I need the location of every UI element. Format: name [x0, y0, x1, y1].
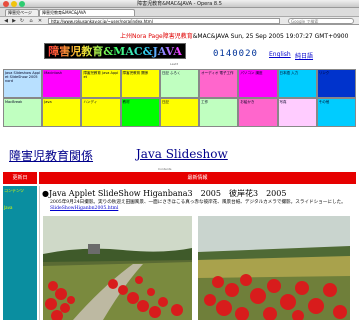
window-title: 障害児教育&MAC&JAVA - Opera 8.5 [137, 1, 222, 7]
nav-cell-label: Macintosh [44, 71, 63, 75]
article-text: 2005年9月24日撮影。実りの秋迎え田園風景、一面にさきほこる真っ赤な彼岸花、… [50, 200, 346, 205]
nav-cell-label: 工作 [201, 100, 209, 104]
nav-cell-label: お絵かき [240, 100, 255, 104]
nav-cell[interactable]: MacBreak [3, 98, 43, 127]
nav-cell[interactable]: Java [42, 98, 82, 127]
nav-cell-label: 日記 ふろく [161, 71, 181, 75]
nav-cell-label: 障害児教育 Java Applet [83, 71, 119, 79]
photo-flowers-field[interactable] [198, 216, 350, 320]
search-input[interactable]: Google で検索 [288, 18, 354, 24]
side-text: Java [4, 205, 13, 210]
nav-cell-label: その他 [318, 100, 330, 104]
english-link[interactable]: English [269, 51, 291, 58]
forward-icon[interactable]: ▶ [11, 18, 17, 24]
reload-icon[interactable]: ↻ [19, 18, 25, 24]
web-page: 上州Nora Page障害児教育&MAC&JAVA Sun, 25 Sep 20… [0, 26, 359, 320]
table-head-news: 最新情報 [39, 172, 356, 184]
nav-cell[interactable]: 日記 [159, 98, 200, 127]
table-head-date: 更新日 [3, 172, 37, 184]
site-logo: 障害児教育&MAC&JAVA [44, 43, 186, 59]
nav-cell-label: Java Slideshow Applet SlideShow 2005 nor… [5, 71, 41, 83]
nav-cell[interactable]: 日本語 入力 [277, 69, 317, 98]
nav-cell[interactable]: ハンディ [81, 98, 121, 127]
nav-cell[interactable]: お絵かき [238, 98, 278, 127]
side-text: コンテンツ [4, 188, 24, 193]
nav-cell[interactable]: Java Slideshow Applet SlideShow 2005 nor… [3, 69, 43, 98]
marquee-red: 上州Nora Page障害児教育 [120, 33, 193, 40]
contents-label: Contents [158, 167, 172, 171]
marquee-text: 上州Nora Page障害児教育&MAC&JAVA Sun, 25 Sep 20… [120, 31, 348, 40]
nav-cell-label: Java [44, 100, 52, 104]
stop-icon[interactable]: ✕ [37, 18, 43, 24]
nav-cell-label: MacBreak [5, 100, 23, 104]
nav-grid: Java Slideshow Applet SlideShow 2005 nor… [3, 69, 356, 127]
nav-cell[interactable]: 写真 [277, 98, 317, 127]
article-desc: 2005年9月24日撮影。実りの秋迎え田園風景、一面にさきほこる真っ赤な彼岸花、… [50, 200, 350, 212]
nav-cell[interactable]: 工作 [199, 98, 239, 127]
nav-cell[interactable]: 教材 [120, 98, 160, 127]
article-title: ●Java Applet SlideShow Higanbana3 2005 彼… [42, 189, 287, 198]
main-column: ●Java Applet SlideShow Higanbana3 2005 彼… [39, 186, 356, 320]
nav-cell-label: 日本語 入力 [279, 71, 299, 75]
nav-cell[interactable]: Macintosh [42, 69, 82, 98]
visitor-counter: 0140020 [213, 49, 258, 59]
logo-text: 障害児教育&MAC&JAVA [48, 45, 182, 58]
section-title-right[interactable]: Java Slideshow [136, 147, 228, 161]
nav-cell[interactable]: リンク [316, 69, 356, 98]
nav-cell-label: 教材 [122, 100, 130, 104]
back-icon[interactable]: ◀ [3, 18, 9, 24]
side-column: コンテンツ Java [3, 186, 37, 320]
nav-cell[interactable]: パソコン 講座 [238, 69, 278, 98]
nav-cell[interactable]: その他 [316, 98, 356, 127]
address-toolbar: ◀ ▶ ↻ ⌂ ✕ http://www.rokusankay.or.jp/~u… [0, 17, 359, 25]
photo-flowers-path[interactable] [43, 216, 192, 320]
address-input[interactable]: http://www.rokusankay.or.jp/~user/nora/i… [48, 18, 280, 24]
nav-row-label: Last3 [170, 62, 179, 66]
tab-2[interactable]: 障害児教育&MAC&JAVA [39, 9, 135, 16]
nav-cell[interactable]: 障害児教育 Java Applet [81, 69, 121, 98]
tab-1[interactable]: 障害児ページ [5, 9, 39, 16]
marquee-date: &MAC&JAVA Sun, 25 Sep 2005 19:07:27 GMT+… [192, 33, 349, 40]
article-link[interactable]: SlideShowHiganbn2005.html [50, 206, 118, 211]
window-titlebar: 障害児教育&MAC&JAVA - Opera 8.5 [0, 0, 359, 8]
nav-cell-label: リンク [318, 71, 330, 75]
section-title-left[interactable]: 障害児教育関係 [9, 147, 93, 164]
japanese-link[interactable]: 純日語 [295, 51, 313, 60]
nav-cell[interactable]: 障害児教育 関係 [120, 69, 160, 98]
nav-cell-label: 日記 [161, 100, 169, 104]
nav-cell-label: 障害児教育 関係 [122, 71, 149, 75]
tab-bar: 障害児ページ 障害児教育&MAC&JAVA [0, 8, 359, 17]
nav-cell-label: オーディオ 電子工作 [201, 71, 234, 75]
nav-cell[interactable]: オーディオ 電子工作 [199, 69, 239, 98]
home-icon[interactable]: ⌂ [28, 18, 34, 24]
nav-cell[interactable]: 日記 ふろく [159, 69, 200, 98]
nav-cell-label: パソコン 講座 [240, 71, 263, 75]
nav-cell-label: ハンディ [83, 100, 98, 104]
nav-cell-label: 写真 [279, 100, 287, 104]
